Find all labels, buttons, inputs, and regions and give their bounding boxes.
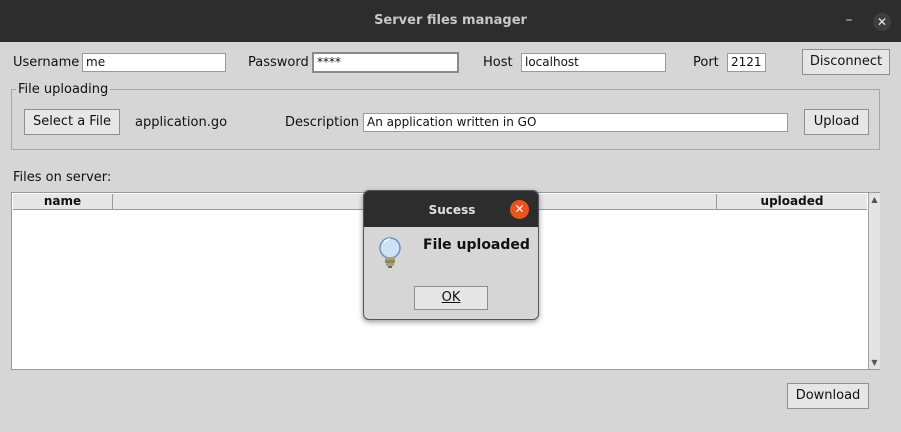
- ok-button[interactable]: OK: [414, 286, 488, 310]
- success-dialog: Sucess ✕ File uploaded OK: [363, 190, 539, 320]
- upload-button[interactable]: Upload: [804, 109, 869, 135]
- lightbulb-info-icon: [379, 237, 401, 268]
- ok-button-label: OK: [441, 290, 461, 305]
- description-field[interactable]: An application written in GO: [363, 113, 788, 132]
- scroll-up-icon[interactable]: ▲: [869, 194, 880, 205]
- host-field[interactable]: localhost: [521, 53, 666, 72]
- password-field[interactable]: ****: [312, 52, 459, 73]
- username-label: Username: [13, 55, 80, 70]
- description-label: Description: [285, 115, 360, 130]
- column-header-uploaded[interactable]: uploaded: [717, 194, 867, 210]
- table-scrollbar[interactable]: ▲ ▼: [868, 193, 880, 369]
- files-on-server-label: Files on server:: [13, 170, 112, 185]
- select-file-button[interactable]: Select a File: [24, 109, 120, 135]
- close-icon[interactable]: ✕: [873, 13, 891, 31]
- port-field[interactable]: 2121: [727, 53, 766, 72]
- username-field[interactable]: me: [82, 53, 226, 72]
- window-title: Server files manager: [374, 13, 527, 28]
- file-uploading-legend: File uploading: [18, 82, 109, 97]
- app-window: Server files manager – ✕ Username me Pas…: [0, 0, 901, 432]
- download-button[interactable]: Download: [787, 383, 869, 409]
- port-label: Port: [693, 55, 719, 70]
- disconnect-button[interactable]: Disconnect: [802, 49, 890, 75]
- selected-file-name: application.go: [135, 115, 228, 130]
- minimize-icon[interactable]: –: [842, 13, 856, 27]
- dialog-title-bar: Sucess ✕: [364, 191, 538, 227]
- column-header-name[interactable]: name: [13, 194, 113, 210]
- host-label: Host: [483, 55, 513, 70]
- password-label: Password: [248, 55, 309, 70]
- dialog-close-icon[interactable]: ✕: [510, 200, 529, 219]
- title-bar: Server files manager – ✕: [0, 0, 901, 42]
- scroll-down-icon[interactable]: ▼: [869, 357, 880, 368]
- dialog-message: File uploaded: [423, 237, 530, 253]
